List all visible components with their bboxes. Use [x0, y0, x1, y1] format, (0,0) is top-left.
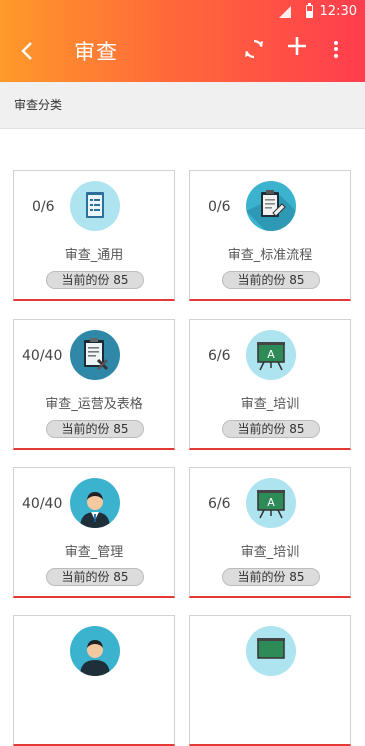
- review-card-operations-forms[interactable]: 40/40 审查_运营及表格 当前的份 85: [13, 319, 175, 450]
- chevron-left-icon: [21, 42, 32, 60]
- checklist-icon: [70, 181, 120, 231]
- page-title: 审查: [74, 40, 118, 64]
- review-card-partial-2[interactable]: [189, 615, 351, 746]
- card-title: 审查_管理: [64, 545, 124, 560]
- presentation-board-icon: [246, 626, 296, 676]
- add-button[interactable]: [287, 35, 307, 61]
- card-title: 审查_通用: [64, 248, 124, 263]
- progress-count: 0/6: [208, 199, 231, 215]
- presentation-board-icon: A: [246, 478, 296, 528]
- clipboard-pen-icon: [246, 181, 296, 231]
- progress-count: 40/40: [22, 348, 63, 364]
- signal-icon: [279, 6, 291, 18]
- card-title: 审查_培训: [240, 545, 300, 560]
- count-badge: 当前的份 85: [222, 568, 320, 586]
- progress-count: 6/6: [208, 496, 231, 512]
- plus-icon: [288, 37, 306, 55]
- count-badge: 当前的份 85: [46, 271, 144, 289]
- progress-count: 0/6: [32, 199, 55, 215]
- app-bar: 审查: [0, 24, 365, 80]
- more-vertical-icon: [334, 40, 338, 58]
- progress-count: 40/40: [22, 496, 63, 512]
- progress-count: 6/6: [208, 348, 231, 364]
- presentation-board-icon: A: [246, 330, 296, 380]
- review-card-general[interactable]: 0/6 审查_通用 当前的份 85: [13, 170, 175, 301]
- card-title: 审查_运营及表格: [45, 397, 143, 412]
- review-card-standard-process[interactable]: 0/6 审查_标准流程 当前的份 85: [189, 170, 351, 301]
- clipboard-tools-icon: [70, 330, 120, 380]
- card-title: 审查_培训: [240, 397, 300, 412]
- count-badge: 当前的份 85: [46, 568, 144, 586]
- count-badge: 当前的份 85: [46, 420, 144, 438]
- refresh-icon: [245, 39, 263, 59]
- app-header: 12:30 审查: [0, 0, 365, 82]
- status-time: 12:30: [319, 4, 357, 19]
- svg-text:A: A: [267, 348, 275, 361]
- review-card-training-2[interactable]: 6/6 A 审查_培训 当前的份 85: [189, 467, 351, 598]
- category-header: 审查分类: [0, 82, 365, 129]
- review-card-management[interactable]: 40/40 审查_管理 当前的份 85: [13, 467, 175, 598]
- review-card-partial-1[interactable]: [13, 615, 175, 746]
- battery-icon: [306, 3, 313, 18]
- svg-text:A: A: [267, 496, 275, 509]
- count-badge: 当前的份 85: [222, 420, 320, 438]
- status-bar: 12:30: [0, 0, 365, 24]
- count-badge: 当前的份 85: [222, 271, 320, 289]
- category-label: 审查分类: [14, 98, 63, 112]
- more-button[interactable]: [334, 38, 338, 60]
- review-card-training[interactable]: 6/6 A 审查_培训 当前的份 85: [189, 319, 351, 450]
- manager-avatar-icon: [70, 478, 120, 528]
- card-title: 审查_标准流程: [227, 248, 313, 263]
- manager-avatar-icon: [70, 626, 120, 676]
- back-button[interactable]: [20, 40, 34, 67]
- refresh-button[interactable]: [244, 38, 264, 64]
